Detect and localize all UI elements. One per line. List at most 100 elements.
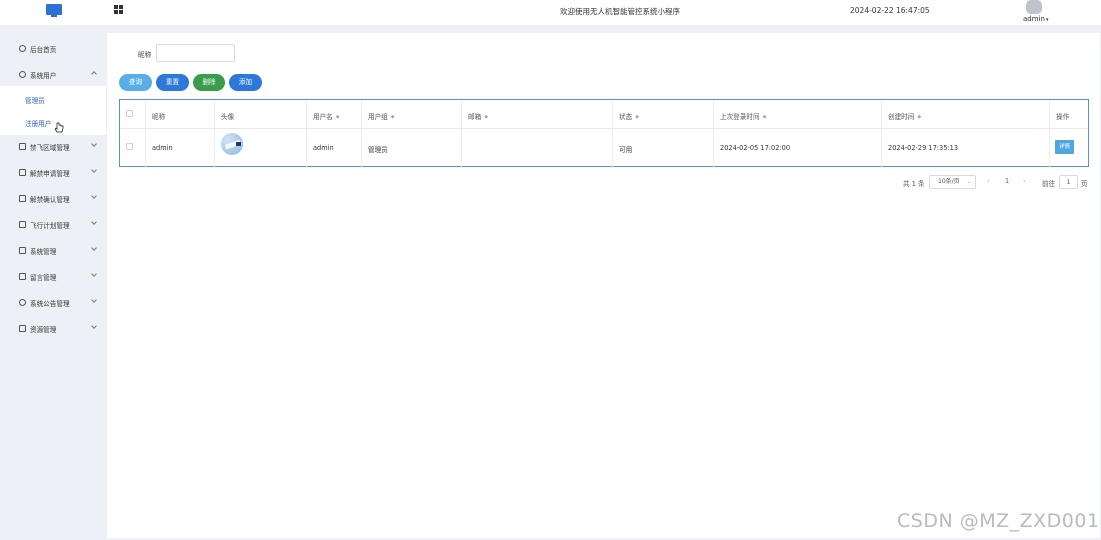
user-avatar[interactable] bbox=[1026, 0, 1042, 14]
sort-icon: ◆ bbox=[762, 114, 767, 120]
system-users-submenu: 管理员 注册用户 bbox=[0, 86, 106, 135]
sidebar-item-system-users[interactable]: 系统用户 bbox=[0, 65, 106, 85]
sidebar-item-label: 系统用户 bbox=[30, 72, 57, 80]
select-all-checkbox[interactable] bbox=[126, 110, 133, 117]
chevron-down-icon bbox=[91, 219, 97, 225]
user-name: admin bbox=[1023, 15, 1045, 23]
sort-icon: ◆ bbox=[635, 114, 640, 120]
table-header: 昵称 头像 用户名 ◆ 用户组 ◆ 邮箱 ◆ 状态 ◆ 上次登录时间 ◆ 创建时间 ◆ 操作 bbox=[120, 100, 1088, 129]
monitor-logo-icon bbox=[46, 4, 62, 18]
column-header-label: 昵称 bbox=[152, 113, 166, 121]
hand-cursor-icon bbox=[54, 122, 64, 133]
apply-icon bbox=[19, 169, 26, 176]
region-icon bbox=[19, 143, 26, 150]
user-menu[interactable]: admin▾ bbox=[1023, 15, 1048, 23]
cell-last-login: 2024-02-05 17:02:00 bbox=[713, 129, 881, 167]
cell-text: 管理员 bbox=[368, 146, 388, 154]
column-header-label: 上次登录时间 bbox=[720, 113, 760, 121]
cell-text: 2024-02-29 17:35:13 bbox=[888, 144, 959, 152]
page-suffix-label: 页 bbox=[1081, 180, 1088, 188]
col-avatar: 头像 bbox=[214, 100, 306, 128]
select-all-cell bbox=[120, 100, 145, 128]
submenu-item-registered-users[interactable]: 注册用户 bbox=[25, 118, 51, 128]
sidebar-item-label: 留言管理 bbox=[30, 274, 57, 282]
sidebar-item-nofly-zone[interactable]: 禁飞区域管理 bbox=[0, 137, 106, 157]
cell-username: admin bbox=[306, 129, 361, 167]
submenu-item-admin[interactable]: 管理员 bbox=[25, 95, 45, 105]
sidebar-item-home[interactable]: 后台首页 bbox=[0, 39, 106, 59]
sidebar-item-unlock-confirm[interactable]: 解禁确认管理 bbox=[0, 189, 106, 209]
search-icon bbox=[19, 299, 26, 306]
chevron-down-icon bbox=[91, 297, 97, 303]
column-header-label: 邮箱 bbox=[468, 113, 482, 121]
page-size-select[interactable]: 10条/页 ⌄ bbox=[929, 175, 976, 189]
col-username[interactable]: 用户名 ◆ bbox=[306, 100, 361, 128]
page-size-value: 10条/页 bbox=[938, 178, 960, 185]
grid-menu-icon[interactable] bbox=[114, 5, 124, 15]
sort-icon: ◆ bbox=[335, 114, 340, 120]
confirm-icon bbox=[19, 195, 26, 202]
sidebar: 后台首页 系统用户 管理员 注册用户 禁飞区域管理 解禁申请管理 解禁确认管理 … bbox=[0, 33, 106, 540]
cell-text: 2024-02-05 17:02:00 bbox=[720, 144, 791, 152]
query-button[interactable]: 查询 bbox=[119, 74, 152, 91]
pagination-total: 共 1 条 bbox=[903, 180, 925, 188]
cell-avatar bbox=[214, 129, 306, 167]
chevron-up-icon bbox=[91, 71, 97, 77]
sidebar-item-label: 资源管理 bbox=[30, 326, 57, 334]
csdn-watermark: CSDN @MZ_ZXD001 bbox=[897, 510, 1100, 532]
sidebar-item-flight-plan[interactable]: 飞行计划管理 bbox=[0, 215, 106, 235]
column-header-label: 状态 bbox=[619, 113, 633, 121]
sidebar-item-label: 系统管理 bbox=[30, 248, 57, 256]
col-last-login[interactable]: 上次登录时间 ◆ bbox=[713, 100, 881, 128]
sidebar-item-messages[interactable]: 留言管理 bbox=[0, 267, 106, 287]
cell-actions: 详情 bbox=[1049, 129, 1088, 167]
row-checkbox[interactable] bbox=[126, 143, 133, 150]
col-nickname: 昵称 bbox=[145, 100, 214, 128]
table-row: admin admin 管理员 可用 2024-02-05 17:02:00 2… bbox=[120, 129, 1088, 167]
chevron-down-icon bbox=[91, 141, 97, 147]
chevron-down-icon bbox=[91, 323, 97, 329]
prev-page-button[interactable]: ‹ bbox=[987, 177, 990, 191]
sidebar-item-announcements[interactable]: 系统公告管理 bbox=[0, 293, 106, 313]
current-datetime: 2024-02-22 16:47:05 bbox=[850, 6, 930, 15]
sidebar-item-label: 飞行计划管理 bbox=[30, 222, 70, 230]
column-header-label: 头像 bbox=[221, 113, 235, 121]
page-number-current[interactable]: 1 bbox=[1005, 177, 1009, 191]
column-header-label: 用户组 bbox=[368, 113, 388, 121]
next-page-button[interactable]: › bbox=[1023, 177, 1026, 191]
top-bar: 欢迎使用无人机智能管控系统小程序 2024-02-22 16:47:05 adm… bbox=[0, 0, 1101, 25]
chevron-down-icon bbox=[91, 271, 97, 277]
sidebar-item-label: 解禁确认管理 bbox=[30, 196, 70, 204]
chevron-down-icon bbox=[91, 193, 97, 199]
cell-text: admin bbox=[152, 144, 173, 152]
sidebar-item-system-manage[interactable]: 系统管理 bbox=[0, 241, 106, 261]
goto-page-input[interactable] bbox=[1059, 175, 1078, 189]
col-actions: 操作 bbox=[1049, 100, 1088, 128]
col-email[interactable]: 邮箱 ◆ bbox=[461, 100, 612, 128]
chevron-down-icon: ▾ bbox=[1045, 17, 1049, 23]
cell-group: 管理员 bbox=[361, 129, 461, 167]
cell-text: admin bbox=[313, 144, 334, 152]
chevron-down-icon bbox=[91, 167, 97, 173]
detail-button[interactable]: 详情 bbox=[1055, 140, 1074, 154]
col-group[interactable]: 用户组 ◆ bbox=[361, 100, 461, 128]
drone-avatar-image bbox=[221, 133, 243, 155]
plan-icon bbox=[19, 221, 26, 228]
sidebar-item-resources[interactable]: 资源管理 bbox=[0, 319, 106, 339]
reset-button[interactable]: 重置 bbox=[156, 74, 189, 91]
sidebar-item-label: 解禁申请管理 bbox=[30, 170, 70, 178]
cell-nickname: admin bbox=[145, 129, 214, 167]
sidebar-item-unlock-apply[interactable]: 解禁申请管理 bbox=[0, 163, 106, 183]
users-table: 昵称 头像 用户名 ◆ 用户组 ◆ 邮箱 ◆ 状态 ◆ 上次登录时间 ◆ 创建时间 ◆ 操作… bbox=[119, 99, 1089, 167]
resource-icon bbox=[19, 325, 26, 332]
nickname-input[interactable] bbox=[156, 44, 235, 62]
column-header-label: 创建时间 bbox=[888, 113, 915, 121]
sort-icon: ◆ bbox=[917, 114, 922, 120]
delete-button[interactable]: 删除 bbox=[193, 74, 225, 91]
nickname-label: 昵称 bbox=[138, 51, 152, 59]
col-created[interactable]: 创建时间 ◆ bbox=[881, 100, 1049, 128]
add-button[interactable]: 添加 bbox=[229, 74, 262, 91]
clock-icon bbox=[19, 45, 26, 52]
col-status[interactable]: 状态 ◆ bbox=[612, 100, 713, 128]
user-icon bbox=[19, 71, 26, 78]
